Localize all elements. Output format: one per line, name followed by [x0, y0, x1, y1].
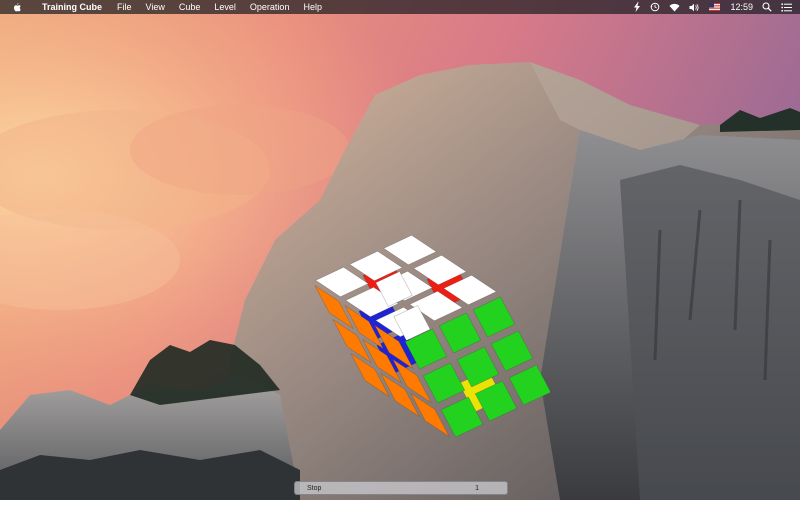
menu-bar: Training Cube File View Cube Level Opera… [0, 0, 800, 14]
time-machine-icon[interactable] [650, 0, 660, 14]
flag-icon[interactable] [709, 0, 721, 14]
move-count: 1 [475, 484, 479, 492]
wifi-icon[interactable] [669, 0, 680, 14]
menu-file[interactable]: File [110, 0, 139, 14]
status-bar: Stop 1 [294, 481, 508, 495]
menu-cube[interactable]: Cube [172, 0, 208, 14]
volume-icon[interactable] [689, 0, 700, 14]
list-icon[interactable] [781, 0, 792, 14]
menu-app-name[interactable]: Training Cube [34, 0, 110, 14]
search-icon[interactable] [762, 0, 772, 14]
cube-front-sticker[interactable] [490, 330, 534, 372]
stop-button[interactable]: Stop [307, 485, 321, 492]
menu-operation[interactable]: Operation [243, 0, 297, 14]
training-cube-3d[interactable] [250, 190, 550, 480]
cube-front-sticker[interactable] [438, 312, 482, 354]
menu-view[interactable]: View [139, 0, 172, 14]
cube-front-sticker[interactable] [508, 364, 550, 406]
cube-front-sticker[interactable] [472, 296, 516, 338]
bolt-icon[interactable] [633, 0, 641, 14]
cube-front-sticker[interactable] [422, 362, 466, 404]
menu-help[interactable]: Help [296, 0, 329, 14]
menu-level[interactable]: Level [207, 0, 243, 14]
menu-clock[interactable]: 12:59 [730, 0, 753, 14]
apple-menu-icon[interactable] [12, 2, 22, 12]
